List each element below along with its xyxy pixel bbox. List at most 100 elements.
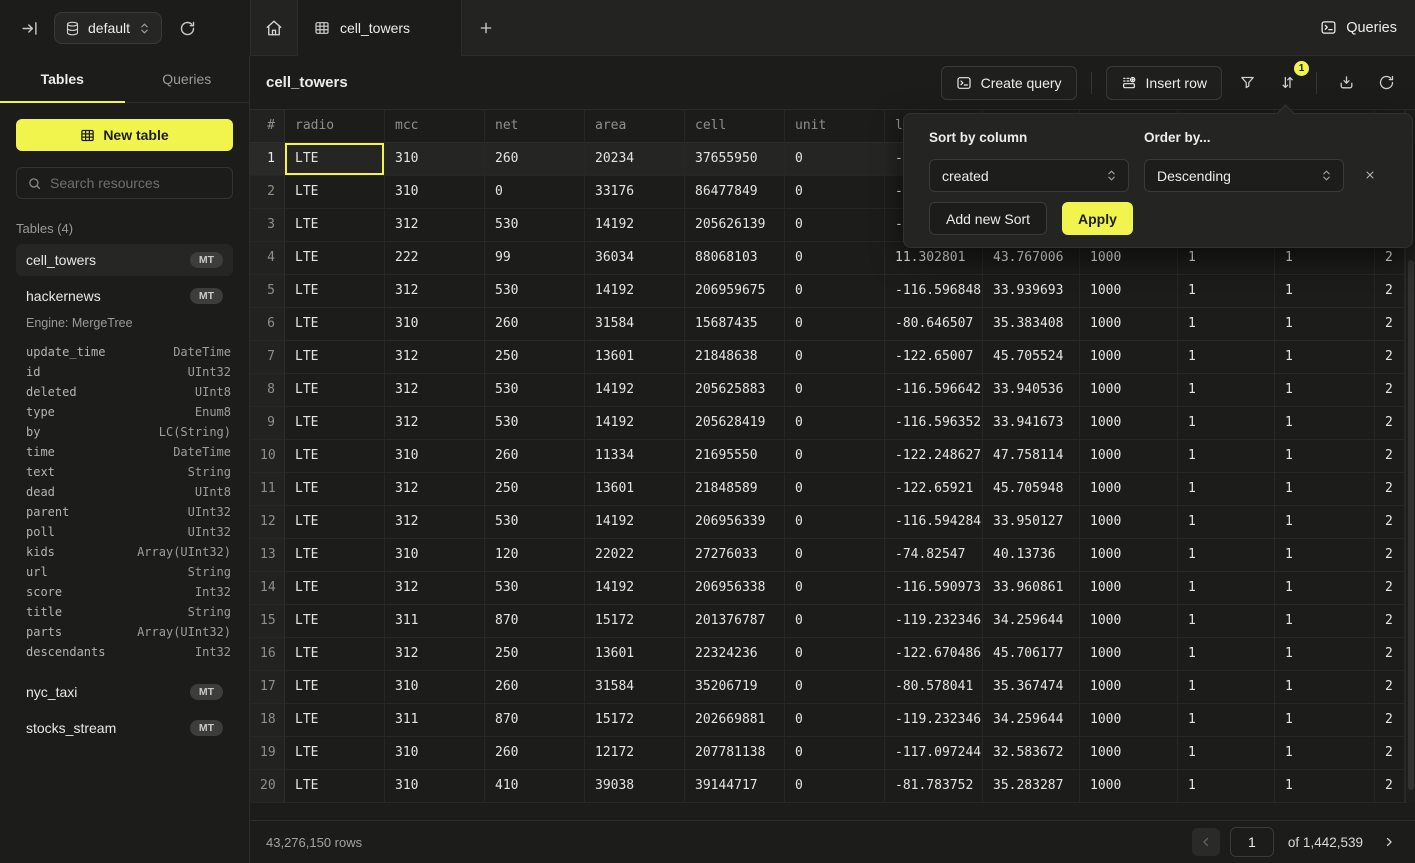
new-table-button[interactable]: New table [16,119,233,151]
table-cell[interactable]: 1 [1275,671,1375,704]
table-cell[interactable]: 0 [785,737,885,770]
table-cell[interactable]: 1 [1275,473,1375,506]
queries-button[interactable]: Queries [1320,19,1397,36]
table-cell[interactable]: 27276033 [685,539,785,572]
table-cell[interactable]: 1 [1275,638,1375,671]
table-cell[interactable]: 31584 [585,308,685,341]
table-cell[interactable]: 530 [485,374,585,407]
table-cell[interactable]: 312 [385,572,485,605]
table-cell[interactable]: 1 [1275,275,1375,308]
sidebar-tab-queries[interactable]: Queries [125,56,250,102]
table-cell[interactable]: 2 [1375,671,1405,704]
table-cell[interactable]: -116.596642 [885,374,983,407]
table-cell[interactable]: LTE [285,605,385,638]
table-cell[interactable]: 33.940536 [983,374,1080,407]
table-cell[interactable]: 1 [1178,539,1275,572]
table-cell[interactable]: LTE [285,737,385,770]
table-cell[interactable]: -74.82547 [885,539,983,572]
table-list-item[interactable]: hackernewsMT [16,280,233,312]
table-cell[interactable]: 35206719 [685,671,785,704]
table-cell[interactable]: 1 [1178,572,1275,605]
table-cell[interactable]: 250 [485,341,585,374]
table-cell[interactable]: LTE [285,506,385,539]
table-cell[interactable]: 870 [485,704,585,737]
refresh-database-button[interactable] [174,15,200,41]
next-page-button[interactable] [1377,828,1401,856]
table-cell[interactable]: 32.583672 [983,737,1080,770]
table-cell[interactable]: 1 [1178,737,1275,770]
table-cell[interactable]: 311 [385,605,485,638]
column-header[interactable]: net [485,110,585,143]
table-cell[interactable]: 202669881 [685,704,785,737]
table-cell[interactable]: 0 [785,209,885,242]
table-cell[interactable]: -80.578041 [885,671,983,704]
table-cell[interactable]: 260 [485,143,585,176]
table-cell[interactable]: 0 [785,341,885,374]
table-cell[interactable]: 1000 [1080,572,1178,605]
add-new-sort-button[interactable]: Add new Sort [929,202,1047,235]
table-cell[interactable]: 1 [1178,341,1275,374]
table-cell[interactable]: 14192 [585,209,685,242]
table-cell[interactable]: -116.596352 [885,407,983,440]
table-cell[interactable]: 1 [1178,473,1275,506]
table-cell[interactable]: 312 [385,275,485,308]
table-cell[interactable]: 530 [485,407,585,440]
table-cell[interactable]: -117.097244 [885,737,983,770]
table-cell[interactable]: 14192 [585,275,685,308]
table-cell[interactable]: LTE [285,176,385,209]
table-cell[interactable]: LTE [285,473,385,506]
table-cell[interactable]: 2 [1375,539,1405,572]
table-cell[interactable]: 206956338 [685,572,785,605]
table-cell[interactable]: 260 [485,671,585,704]
table-cell[interactable]: 0 [785,308,885,341]
table-cell[interactable]: 310 [385,770,485,803]
table-cell[interactable]: 1 [1275,374,1375,407]
column-header[interactable]: unit [785,110,885,143]
table-cell[interactable]: LTE [285,407,385,440]
table-cell[interactable]: LTE [285,572,385,605]
table-cell[interactable]: 2 [1375,374,1405,407]
table-cell[interactable]: 1 [1178,605,1275,638]
refresh-table-button[interactable] [1371,68,1401,98]
table-cell[interactable]: 260 [485,737,585,770]
table-cell[interactable]: 1000 [1080,506,1178,539]
table-cell[interactable]: 312 [385,374,485,407]
table-cell[interactable]: 312 [385,341,485,374]
table-cell[interactable]: 530 [485,506,585,539]
table-cell[interactable]: 312 [385,506,485,539]
table-cell[interactable]: 0 [785,242,885,275]
filter-button[interactable] [1232,68,1262,98]
table-cell[interactable]: 311 [385,704,485,737]
column-header[interactable]: cell [685,110,785,143]
table-cell[interactable]: 201376787 [685,605,785,638]
table-cell[interactable]: 0 [785,638,885,671]
table-cell[interactable]: 2 [1375,770,1405,803]
table-cell[interactable]: 2 [1375,572,1405,605]
table-cell[interactable]: 2 [1375,341,1405,374]
table-cell[interactable]: 1000 [1080,308,1178,341]
table-cell[interactable]: 39144717 [685,770,785,803]
table-cell[interactable]: 15172 [585,605,685,638]
table-cell[interactable]: 31584 [585,671,685,704]
table-cell[interactable]: -122.65007 [885,341,983,374]
table-cell[interactable]: 14192 [585,407,685,440]
column-header[interactable]: mcc [385,110,485,143]
table-cell[interactable]: LTE [285,440,385,473]
table-cell[interactable]: 2 [1375,638,1405,671]
table-cell[interactable]: 2 [1375,605,1405,638]
table-cell[interactable]: LTE [285,143,385,176]
table-cell[interactable]: 22022 [585,539,685,572]
tab-cell-towers[interactable]: cell_towers [297,0,462,56]
table-cell[interactable]: 45.705948 [983,473,1080,506]
insert-row-button[interactable]: Insert row [1106,66,1222,100]
table-cell[interactable]: 206959675 [685,275,785,308]
table-cell[interactable]: 39038 [585,770,685,803]
table-cell[interactable]: 0 [785,275,885,308]
table-cell[interactable]: 2 [1375,407,1405,440]
table-cell[interactable]: 530 [485,275,585,308]
table-cell[interactable]: 0 [785,374,885,407]
table-cell[interactable]: 21848589 [685,473,785,506]
table-cell[interactable]: -81.783752 [885,770,983,803]
table-cell[interactable]: 1000 [1080,605,1178,638]
table-cell[interactable]: -122.248627 [885,440,983,473]
